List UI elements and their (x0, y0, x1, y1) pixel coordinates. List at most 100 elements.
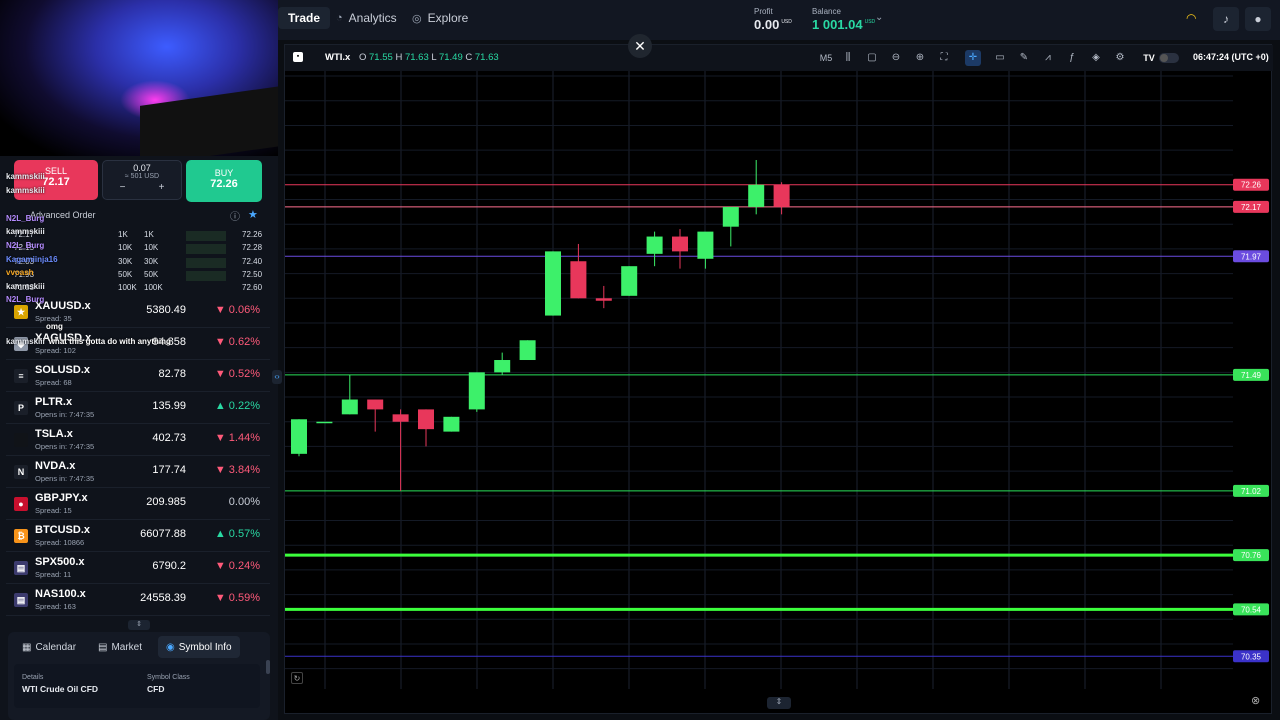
tab-calendar[interactable]: ▦ Calendar (14, 636, 84, 658)
layers-icon[interactable]: ◈ (1088, 50, 1104, 66)
timeframe-button[interactable]: M5 (815, 50, 837, 66)
symbol-subtext: Spread: 35 (35, 314, 72, 323)
candle-body (672, 236, 688, 252)
square-icon[interactable]: ▢ (864, 50, 880, 66)
candle-body (646, 236, 663, 254)
watchlist-row[interactable]: ▤ SPX500.x Spread: 11 6790.2 ▼ 0.24% (6, 552, 270, 584)
symbol-change: ▲ 0.22% (214, 400, 260, 412)
symbol-price: 66077.88 (140, 528, 186, 540)
symbol-logo-icon: ▪ (293, 52, 303, 62)
price-chart[interactable]: 72.26 72.17 71.97 71.49 71.02 70.76 70.54 70.35 (285, 71, 1273, 689)
panel-expand-handle[interactable]: ⇕ (767, 697, 791, 709)
watchlist-row[interactable]: ▤ NAS100.x Spread: 163 24558.39 ▼ 0.59% (6, 584, 270, 616)
indicators-icon[interactable]: ƒ (1064, 50, 1080, 66)
quantity-stepper[interactable]: 0.07 ≈ 501 USD − + (102, 160, 182, 200)
zoom-in-icon[interactable]: ⊕ (912, 50, 928, 66)
advanced-order-row[interactable]: Advanced Order ⓘ ★ (14, 208, 264, 223)
watchlist-row[interactable]: P PLTR.x Opens in: 7:47:35 135.99 ▲ 0.22% (6, 392, 270, 424)
chart-toolbar: ▪ WTI.x O 71.55 H 71.63 L 71.49 C 71.63 … (285, 45, 1273, 71)
candle-body (316, 421, 333, 424)
symbol-name: XAUUSD.x (35, 300, 91, 312)
watchlist-row[interactable]: ★ XAUUSD.x Spread: 35 5380.49 ▼ 0.06% (6, 296, 270, 328)
chevron-down-icon[interactable]: ⌄ (875, 12, 883, 23)
symbol-name: SPX500.x (35, 556, 85, 568)
symbol-icon: P (14, 401, 28, 415)
watchlist-row[interactable]: N NVDA.x Opens in: 7:47:35 177.74 ▼ 3.84% (6, 456, 270, 488)
close-overlay-button[interactable]: ✕ (628, 34, 652, 58)
class-label: Symbol Class (147, 674, 190, 681)
increase-button[interactable]: + (159, 182, 165, 193)
newspaper-icon: ▤ (98, 641, 108, 653)
price-tag-label: 71.02 (1241, 487, 1262, 496)
tab-trade-label: Trade (288, 11, 321, 25)
watchlist-row[interactable]: ◆ XAGUSD.x Spread: 102 94.858 ▼ 0.62% (6, 328, 270, 360)
tab-symbol-info[interactable]: ◉ Symbol Info (158, 636, 240, 658)
gear-icon[interactable]: ⚙ (1112, 50, 1128, 66)
decrease-button[interactable]: − (120, 182, 126, 193)
tab-trade[interactable]: Trade (278, 7, 331, 29)
candle-body (291, 419, 307, 454)
notifications-button[interactable]: ♪ (1213, 7, 1239, 31)
depth-ask: 72.28 (242, 243, 263, 253)
info-icon[interactable]: ⓘ (230, 208, 240, 223)
user-icon: ● (1254, 12, 1262, 26)
price-tag-label: 70.54 (1241, 605, 1262, 614)
star-icon[interactable]: ★ (248, 208, 258, 221)
symbol-name: TSLA.x (35, 428, 73, 440)
account-button[interactable]: ● (1245, 7, 1271, 31)
depth-ask-vol: 100K (144, 283, 163, 293)
symbol-subtext: Spread: 15 (35, 506, 72, 515)
tab-explore[interactable]: ◎ Explore (402, 7, 478, 29)
profit-display: Profit 0.00 USD (754, 7, 792, 34)
ruler-icon[interactable]: ▭ (992, 50, 1008, 66)
toggle-switch[interactable] (1159, 53, 1179, 63)
candle-body (519, 340, 536, 361)
balance-label: Balance (812, 7, 841, 16)
depth-ask-vol: 10K (144, 243, 159, 253)
watchlist-row[interactable]: ● GBPJPY.x Spread: 15 209.985 0.00% (6, 488, 270, 520)
symbol-icon: N (14, 465, 28, 479)
symbol-subtext: Spread: 163 (35, 602, 76, 611)
info-icon: ◉ (166, 641, 175, 653)
details-label: Details (22, 674, 44, 681)
expand-handle[interactable]: ⇕ (128, 620, 150, 630)
chart-area[interactable]: ▪ WTI.x O 71.55 H 71.63 L 71.49 C 71.63 … (284, 44, 1273, 714)
symbol-icon (14, 433, 28, 447)
chart-clock: 06:47:24 (UTC +0) (1193, 52, 1269, 62)
watchlist-row[interactable]: ≡ SOLUSD.x Spread: 68 82.78 ▼ 0.52% (6, 360, 270, 392)
watchlist-row[interactable]: ₿ BTCUSD.x Spread: 10866 66077.88 ▲ 0.57% (6, 520, 270, 552)
buy-button[interactable]: BUY 72.26 (186, 160, 262, 202)
ohlc-readout: WTI.x O 71.55 H 71.63 L 71.49 C 71.63 (325, 52, 499, 63)
symbol-subtext: Spread: 11 (35, 570, 72, 579)
symbol-change: ▼ 0.24% (214, 560, 260, 572)
watchlist-row[interactable]: TSLA.x Opens in: 7:47:35 402.73 ▼ 1.44% (6, 424, 270, 456)
symbol-change: 0.00% (228, 496, 260, 508)
price-tag-label: 70.76 (1241, 551, 1262, 560)
depth-bid-vol: 50K (118, 269, 133, 279)
pattern-icon[interactable]: ⩘ (1040, 50, 1056, 66)
balance-display[interactable]: Balance 1 001.04 USD (812, 7, 875, 34)
crosshair-icon[interactable]: ✛ (965, 50, 981, 66)
candles-icon[interactable]: ⫼ (840, 50, 856, 66)
reset-icon[interactable]: ↻ (291, 672, 303, 684)
tab-calendar-label: Calendar (35, 641, 77, 653)
pencil-icon[interactable]: ✎ (1016, 50, 1032, 66)
scrollbar[interactable] (266, 660, 270, 674)
top-bar: Trade ◔ Analytics ◎ Explore Profit 0.00 USD… (278, 0, 1280, 40)
zoom-out-icon[interactable]: ⊖ (888, 50, 904, 66)
price-tag-label: 71.49 (1241, 371, 1262, 380)
depth-row: 72.03 30K 30K 72.40 (6, 257, 264, 269)
symbol-price: 24558.39 (140, 592, 186, 604)
symbol-info-card: Details WTI Crude Oil CFD Symbol Class C… (14, 664, 260, 708)
symbol-icon: ● (14, 497, 28, 511)
symbol-change: ▼ 1.44% (214, 432, 260, 444)
fit-screen-icon[interactable]: ⛶ (936, 50, 952, 66)
panel-collapse-handle[interactable]: ‹› (272, 370, 282, 384)
tab-market[interactable]: ▤ Market (90, 636, 150, 658)
tab-analytics[interactable]: ◔ Analytics (326, 7, 407, 29)
symbol-subtext: Opens in: 7:47:35 (35, 442, 95, 451)
sell-button[interactable]: SELL 72.17 (14, 160, 98, 200)
close-value: 71.63 (474, 52, 499, 63)
depth-bid: 71.83 (14, 283, 35, 293)
settings-icon[interactable]: ⊗ (1251, 694, 1260, 707)
